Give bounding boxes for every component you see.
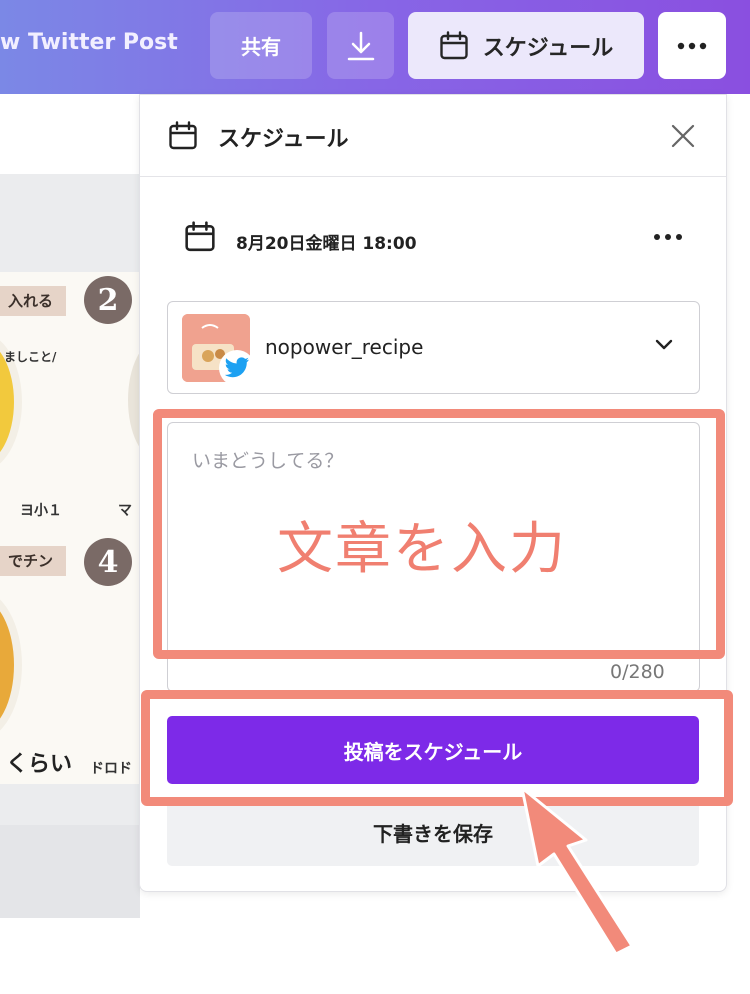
- annotation-arrow-icon: [520, 786, 634, 956]
- annotation-label: 文章を入力: [277, 517, 567, 582]
- step4-tag: でチン: [0, 546, 66, 576]
- share-button[interactable]: 共有: [210, 12, 312, 79]
- more-horizontal-icon: [677, 42, 707, 49]
- twitter-icon: [224, 357, 249, 378]
- step4-note: くらい: [6, 752, 73, 777]
- step2-handwritten-note: ましこと/: [4, 350, 57, 364]
- scheduled-date[interactable]: 8月20日金曜日 18:00: [236, 229, 417, 254]
- editor-toolbar-strip: [0, 94, 140, 174]
- calendar-icon: [169, 121, 197, 150]
- editor-footer: [0, 825, 140, 918]
- account-selector[interactable]: nopower_recipe: [167, 301, 700, 394]
- panel-header: スケジュール: [140, 95, 726, 177]
- twitter-badge: [219, 350, 255, 386]
- chevron-down-icon: [655, 339, 673, 350]
- account-name: nopower_recipe: [265, 335, 424, 359]
- calendar-icon: [185, 221, 215, 252]
- schedule-button[interactable]: スケジュール: [408, 12, 644, 79]
- design-canvas[interactable]: 入れる 2 ましこと/ ヨ小１ マ でチン 4 くらい ドロド: [0, 272, 140, 784]
- page: w Twitter Post 共有 スケジュール 入れる 2 ましこと/ ヨ小１…: [0, 0, 750, 994]
- step2-note: ヨ小１: [20, 503, 62, 519]
- more-horizontal-icon[interactable]: [648, 225, 688, 249]
- download-button[interactable]: [327, 12, 394, 79]
- close-icon[interactable]: [668, 121, 698, 151]
- document-title[interactable]: w Twitter Post: [0, 30, 178, 55]
- bowl-image: [0, 590, 22, 740]
- step2-tag: 入れる: [0, 286, 66, 316]
- step2-number: 2: [84, 276, 132, 324]
- more-options-button[interactable]: [658, 12, 726, 79]
- panel-title: スケジュール: [218, 127, 349, 152]
- step2-note-right: マ: [118, 503, 132, 519]
- schedule-button-label: スケジュール: [482, 35, 614, 61]
- step4-number: 4: [84, 538, 132, 586]
- calendar-icon: [440, 30, 468, 59]
- character-count: 0/280: [610, 661, 665, 683]
- download-icon: [347, 31, 374, 60]
- step4-note-right: ドロド: [90, 761, 132, 777]
- share-button-label: 共有: [241, 35, 281, 59]
- top-bar: w Twitter Post 共有 スケジュール: [0, 0, 750, 94]
- save-draft-label: 下書きを保存: [373, 821, 493, 846]
